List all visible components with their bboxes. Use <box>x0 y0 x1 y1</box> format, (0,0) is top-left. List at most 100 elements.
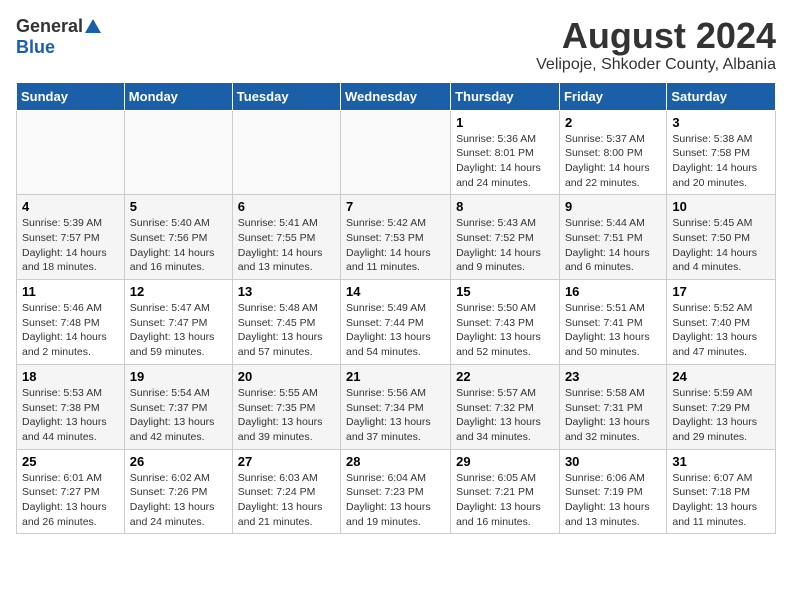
calendar-cell: 31 Sunrise: 6:07 AM Sunset: 7:18 PM Dayli… <box>667 449 776 534</box>
cell-content: Sunrise: 6:02 AM Sunset: 7:26 PM Dayligh… <box>130 471 227 530</box>
day-number: 16 <box>565 284 661 299</box>
cell-content: Sunrise: 5:56 AM Sunset: 7:34 PM Dayligh… <box>346 386 445 445</box>
calendar-cell: 29Sunrise: 6:05 AM Sunset: 7:21 PM Dayli… <box>451 449 560 534</box>
day-number: 17 <box>672 284 770 299</box>
day-number: 31 <box>672 454 770 469</box>
day-number: 20 <box>238 369 335 384</box>
cell-content: Sunrise: 6:01 AM Sunset: 7:27 PM Dayligh… <box>22 471 119 530</box>
day-number: 22 <box>456 369 554 384</box>
cell-content: Sunrise: 5:41 AM Sunset: 7:55 PM Dayligh… <box>238 216 335 275</box>
weekday-thursday: Thursday <box>451 82 560 110</box>
cell-content: Sunrise: 5:43 AM Sunset: 7:52 PM Dayligh… <box>456 216 554 275</box>
cell-content: Sunrise: 5:42 AM Sunset: 7:53 PM Dayligh… <box>346 216 445 275</box>
calendar-cell <box>124 110 232 195</box>
calendar-cell <box>341 110 451 195</box>
calendar-cell: 30 Sunrise: 6:06 AM Sunset: 7:19 PM Dayli… <box>559 449 666 534</box>
cell-content: Sunrise: 5:59 AM Sunset: 7:29 PM Dayligh… <box>672 386 770 445</box>
day-number: 10 <box>672 199 770 214</box>
cell-content: Sunrise: 5:54 AM Sunset: 7:37 PM Dayligh… <box>130 386 227 445</box>
cell-content: Sunrise: 5:45 AM Sunset: 7:50 PM Dayligh… <box>672 216 770 275</box>
calendar-week-row: 1 Sunrise: 5:36 AM Sunset: 8:01 PM Daylig… <box>17 110 776 195</box>
cell-content: Sunrise: 5:51 AM Sunset: 7:41 PM Dayligh… <box>565 301 661 360</box>
day-number: 24 <box>672 369 770 384</box>
calendar-cell: 12Sunrise: 5:47 AM Sunset: 7:47 PM Dayli… <box>124 280 232 365</box>
weekday-saturday: Saturday <box>667 82 776 110</box>
cell-content: Sunrise: 5:39 AM Sunset: 7:57 PM Dayligh… <box>22 216 119 275</box>
day-number: 19 <box>130 369 227 384</box>
location-title: Velipoje, Shkoder County, Albania <box>536 56 776 74</box>
logo-blue-text: Blue <box>16 37 55 57</box>
calendar-cell: 21 Sunrise: 5:56 AM Sunset: 7:34 PM Dayli… <box>341 364 451 449</box>
calendar-cell: 3 Sunrise: 5:38 AM Sunset: 7:58 PM Daylig… <box>667 110 776 195</box>
calendar-cell: 14Sunrise: 5:49 AM Sunset: 7:44 PM Dayli… <box>341 280 451 365</box>
day-number: 27 <box>238 454 335 469</box>
calendar-cell: 23 Sunrise: 5:58 AM Sunset: 7:31 PM Dayli… <box>559 364 666 449</box>
calendar-cell: 28Sunrise: 6:04 AM Sunset: 7:23 PM Dayli… <box>341 449 451 534</box>
calendar-cell: 18 Sunrise: 5:53 AM Sunset: 7:38 PM Dayli… <box>17 364 125 449</box>
calendar-cell: 4 Sunrise: 5:39 AM Sunset: 7:57 PM Daylig… <box>17 195 125 280</box>
calendar-cell: 2Sunrise: 5:37 AM Sunset: 8:00 PM Daylig… <box>559 110 666 195</box>
calendar-cell: 5Sunrise: 5:40 AM Sunset: 7:56 PM Daylig… <box>124 195 232 280</box>
day-number: 9 <box>565 199 661 214</box>
title-area: August 2024 Velipoje, Shkoder County, Al… <box>536 16 776 74</box>
calendar-cell <box>232 110 340 195</box>
calendar-cell: 8 Sunrise: 5:43 AM Sunset: 7:52 PM Daylig… <box>451 195 560 280</box>
calendar-week-row: 11Sunrise: 5:46 AM Sunset: 7:48 PM Dayli… <box>17 280 776 365</box>
day-number: 1 <box>456 115 554 130</box>
month-title: August 2024 <box>536 16 776 56</box>
weekday-header-row: SundayMondayTuesdayWednesdayThursdayFrid… <box>17 82 776 110</box>
calendar-cell: 20 Sunrise: 5:55 AM Sunset: 7:35 PM Dayli… <box>232 364 340 449</box>
calendar-week-row: 25Sunrise: 6:01 AM Sunset: 7:27 PM Dayli… <box>17 449 776 534</box>
day-number: 7 <box>346 199 445 214</box>
cell-content: Sunrise: 6:07 AM Sunset: 7:18 PM Dayligh… <box>672 471 770 530</box>
calendar-cell: 27 Sunrise: 6:03 AM Sunset: 7:24 PM Dayli… <box>232 449 340 534</box>
calendar-cell: 10 Sunrise: 5:45 AM Sunset: 7:50 PM Dayli… <box>667 195 776 280</box>
day-number: 8 <box>456 199 554 214</box>
day-number: 21 <box>346 369 445 384</box>
day-number: 2 <box>565 115 661 130</box>
weekday-sunday: Sunday <box>17 82 125 110</box>
cell-content: Sunrise: 5:44 AM Sunset: 7:51 PM Dayligh… <box>565 216 661 275</box>
day-number: 26 <box>130 454 227 469</box>
day-number: 18 <box>22 369 119 384</box>
day-number: 3 <box>672 115 770 130</box>
cell-content: Sunrise: 5:57 AM Sunset: 7:32 PM Dayligh… <box>456 386 554 445</box>
cell-content: Sunrise: 5:38 AM Sunset: 7:58 PM Dayligh… <box>672 132 770 191</box>
cell-content: Sunrise: 5:47 AM Sunset: 7:47 PM Dayligh… <box>130 301 227 360</box>
logo: General Blue <box>16 16 102 58</box>
day-number: 30 <box>565 454 661 469</box>
calendar-table: SundayMondayTuesdayWednesdayThursdayFrid… <box>16 82 776 535</box>
calendar-cell: 26 Sunrise: 6:02 AM Sunset: 7:26 PM Dayli… <box>124 449 232 534</box>
day-number: 13 <box>238 284 335 299</box>
calendar-cell: 16 Sunrise: 5:51 AM Sunset: 7:41 PM Dayli… <box>559 280 666 365</box>
day-number: 14 <box>346 284 445 299</box>
calendar-cell: 13Sunrise: 5:48 AM Sunset: 7:45 PM Dayli… <box>232 280 340 365</box>
cell-content: Sunrise: 6:06 AM Sunset: 7:19 PM Dayligh… <box>565 471 661 530</box>
cell-content: Sunrise: 6:04 AM Sunset: 7:23 PM Dayligh… <box>346 471 445 530</box>
weekday-monday: Monday <box>124 82 232 110</box>
calendar-cell: 19 Sunrise: 5:54 AM Sunset: 7:37 PM Dayli… <box>124 364 232 449</box>
weekday-wednesday: Wednesday <box>341 82 451 110</box>
day-number: 15 <box>456 284 554 299</box>
day-number: 4 <box>22 199 119 214</box>
calendar-cell: 15Sunrise: 5:50 AM Sunset: 7:43 PM Dayli… <box>451 280 560 365</box>
calendar-week-row: 4 Sunrise: 5:39 AM Sunset: 7:57 PM Daylig… <box>17 195 776 280</box>
cell-content: Sunrise: 5:36 AM Sunset: 8:01 PM Dayligh… <box>456 132 554 191</box>
calendar-body: 1 Sunrise: 5:36 AM Sunset: 8:01 PM Daylig… <box>17 110 776 534</box>
day-number: 6 <box>238 199 335 214</box>
cell-content: Sunrise: 6:05 AM Sunset: 7:21 PM Dayligh… <box>456 471 554 530</box>
cell-content: Sunrise: 5:52 AM Sunset: 7:40 PM Dayligh… <box>672 301 770 360</box>
calendar-cell: 1 Sunrise: 5:36 AM Sunset: 8:01 PM Daylig… <box>451 110 560 195</box>
day-number: 11 <box>22 284 119 299</box>
cell-content: Sunrise: 6:03 AM Sunset: 7:24 PM Dayligh… <box>238 471 335 530</box>
calendar-cell: 25Sunrise: 6:01 AM Sunset: 7:27 PM Dayli… <box>17 449 125 534</box>
cell-content: Sunrise: 5:58 AM Sunset: 7:31 PM Dayligh… <box>565 386 661 445</box>
calendar-cell: 9 Sunrise: 5:44 AM Sunset: 7:51 PM Daylig… <box>559 195 666 280</box>
cell-content: Sunrise: 5:53 AM Sunset: 7:38 PM Dayligh… <box>22 386 119 445</box>
cell-content: Sunrise: 5:55 AM Sunset: 7:35 PM Dayligh… <box>238 386 335 445</box>
logo-triangle-icon <box>84 17 102 35</box>
calendar-cell: 22 Sunrise: 5:57 AM Sunset: 7:32 PM Dayli… <box>451 364 560 449</box>
day-number: 23 <box>565 369 661 384</box>
calendar-cell: 17 Sunrise: 5:52 AM Sunset: 7:40 PM Dayli… <box>667 280 776 365</box>
calendar-cell: 6 Sunrise: 5:41 AM Sunset: 7:55 PM Daylig… <box>232 195 340 280</box>
